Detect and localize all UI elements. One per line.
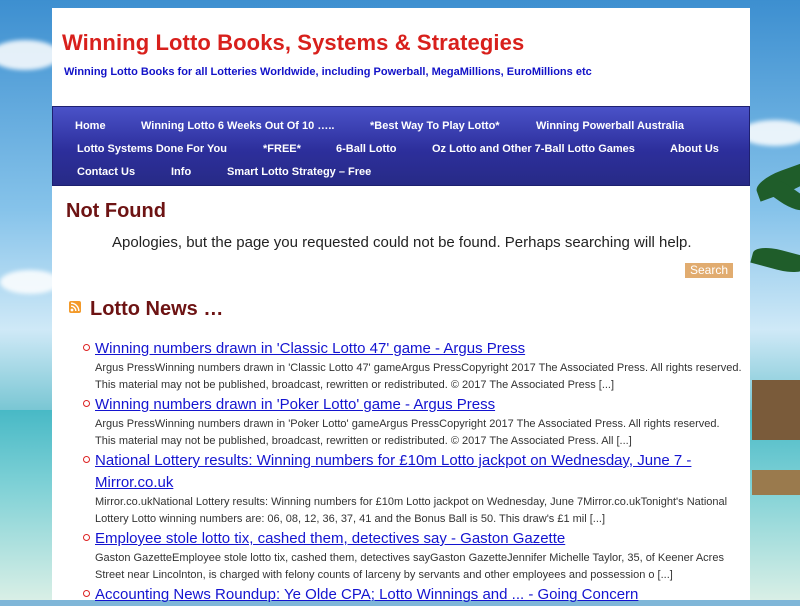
circle-bullet-icon — [83, 344, 90, 351]
page-container: Winning Lotto Books, Systems & Strategie… — [52, 8, 750, 603]
nav-item-6-ball-lotto[interactable]: 6-Ball Lotto — [336, 143, 397, 155]
nav-item-free[interactable]: *FREE* — [263, 143, 301, 155]
news-item: Employee stole lotto tix, cashed them, d… — [82, 528, 742, 584]
nav-item-best-way-to-play[interactable]: *Best Way To Play Lotto* — [370, 120, 500, 132]
news-summary: Argus PressWinning numbers drawn in 'Pok… — [95, 418, 720, 447]
circle-bullet-icon — [83, 534, 90, 541]
nav-item-winning-powerball-australia[interactable]: Winning Powerball Australia — [536, 120, 684, 132]
nav-item-lotto-systems-done-for-you[interactable]: Lotto Systems Done For You — [77, 143, 227, 155]
nav-item-contact-us[interactable]: Contact Us — [77, 166, 135, 178]
news-summary: Gaston GazetteEmployee stole lotto tix, … — [95, 552, 724, 581]
news-link[interactable]: National Lottery results: Winning number… — [95, 450, 742, 494]
site-description: Winning Lotto Books for all Lotteries Wo… — [64, 66, 592, 78]
nav-item-oz-lotto[interactable]: Oz Lotto and Other 7-Ball Lotto Games — [432, 143, 635, 155]
search-button[interactable]: Search — [685, 263, 733, 278]
circle-bullet-icon — [83, 590, 90, 597]
nav-item-winning-lotto-6-weeks[interactable]: Winning Lotto 6 Weeks Out Of 10 ….. — [141, 120, 334, 132]
news-section-title: Lotto News … — [90, 298, 224, 320]
news-link[interactable]: Winning numbers drawn in 'Classic Lotto … — [95, 338, 742, 360]
news-link[interactable]: Winning numbers drawn in 'Poker Lotto' g… — [95, 394, 742, 416]
news-link[interactable]: Employee stole lotto tix, cashed them, d… — [95, 528, 742, 550]
nav-item-home[interactable]: Home — [75, 120, 106, 132]
news-list: Winning numbers drawn in 'Classic Lotto … — [82, 338, 742, 606]
news-link[interactable]: Accounting News Roundup: Ye Olde CPA; Lo… — [95, 584, 742, 606]
nav-item-about-us[interactable]: About Us — [670, 143, 719, 155]
site-title[interactable]: Winning Lotto Books, Systems & Strategie… — [62, 30, 524, 56]
news-summary: Mirror.co.ukNational Lottery results: Wi… — [95, 496, 728, 525]
news-summary: Argus PressWinning numbers drawn in 'Cla… — [95, 362, 742, 391]
nav-item-info[interactable]: Info — [171, 166, 191, 178]
news-item: Accounting News Roundup: Ye Olde CPA; Lo… — [82, 584, 742, 606]
not-found-message: Apologies, but the page you requested co… — [112, 234, 692, 251]
rss-icon[interactable] — [69, 301, 81, 313]
circle-bullet-icon — [83, 400, 90, 407]
circle-bullet-icon — [83, 456, 90, 463]
news-item: National Lottery results: Winning number… — [82, 450, 742, 528]
main-navigation: Home Winning Lotto 6 Weeks Out Of 10 …..… — [52, 106, 750, 186]
news-item: Winning numbers drawn in 'Poker Lotto' g… — [82, 394, 742, 450]
not-found-title: Not Found — [66, 200, 166, 222]
news-item: Winning numbers drawn in 'Classic Lotto … — [82, 338, 742, 394]
nav-item-smart-lotto-strategy[interactable]: Smart Lotto Strategy – Free — [227, 166, 371, 178]
